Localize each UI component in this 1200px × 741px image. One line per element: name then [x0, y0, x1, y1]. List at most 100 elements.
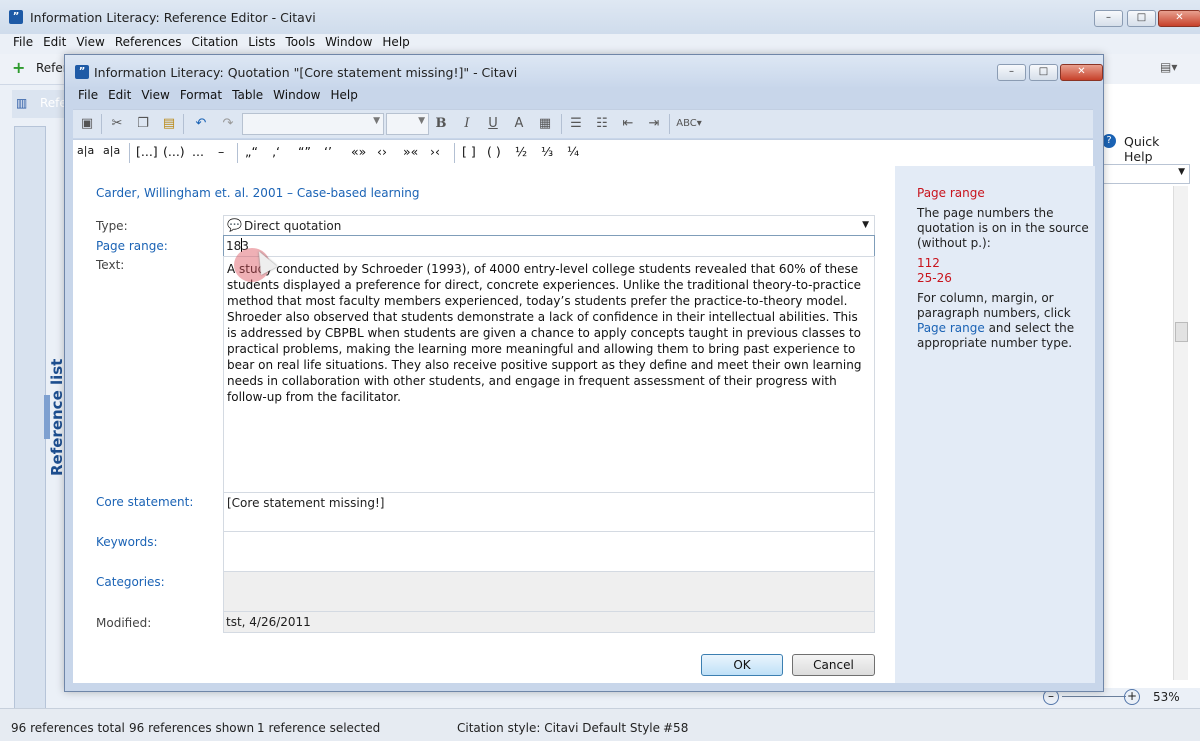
main-menu-window[interactable]: Window	[320, 32, 377, 52]
context-help-pane: Page range The page numbers the quotatio…	[895, 166, 1095, 683]
help-body: The page numbers the quotation is on in …	[917, 206, 1095, 351]
main-menu-lists[interactable]: Lists	[243, 32, 280, 52]
main-menu-view[interactable]: View	[71, 32, 109, 52]
save-icon[interactable]: ▣	[78, 115, 96, 133]
main-menu-tools[interactable]: Tools	[281, 32, 321, 52]
dialog-menu-view[interactable]: View	[136, 85, 174, 105]
toolbar-separator	[454, 143, 455, 163]
reverse-guillemets-button[interactable]: »«	[403, 144, 418, 159]
dialog-close-button[interactable]: ✕	[1060, 64, 1103, 81]
main-window-title: Information Literacy: Reference Editor -…	[30, 10, 316, 25]
paste-icon[interactable]: ▤	[160, 115, 178, 133]
main-menu-references[interactable]: References	[110, 32, 187, 52]
categories-field[interactable]	[223, 571, 875, 613]
dialog-maximize-button[interactable]: □	[1029, 64, 1058, 81]
reference-list-panel[interactable]: Reference list	[14, 126, 66, 710]
categories-label[interactable]: Categories:	[96, 575, 165, 589]
font-color-icon[interactable]: A	[510, 115, 528, 133]
guillemets-button[interactable]: «»	[351, 144, 366, 159]
copy-icon[interactable]: ❐	[134, 115, 152, 133]
ellipsis-parens-button[interactable]: (...)	[163, 144, 185, 159]
main-menu-help[interactable]: Help	[377, 32, 414, 52]
main-menu-file[interactable]: File	[8, 32, 38, 52]
main-close-button[interactable]: ✕	[1158, 10, 1200, 27]
dialog-menu-window[interactable]: Window	[268, 85, 325, 105]
status-total: 96 references total	[11, 721, 125, 735]
quotation-text: A study conducted by Schroeder (1993), o…	[227, 262, 862, 404]
bullet-list-icon[interactable]: ☰	[567, 115, 585, 133]
page-range-label[interactable]: Page range:	[96, 239, 168, 253]
main-menu-citation[interactable]: Citation	[187, 32, 244, 52]
chevron-down-icon: ▼	[418, 116, 425, 126]
status-citation-style: Citation style: Citavi Default Style	[457, 721, 661, 735]
cut-icon[interactable]: ✂	[108, 115, 126, 133]
scroll-thumb[interactable]	[1175, 322, 1188, 342]
help-example: 112	[917, 256, 940, 270]
zoom-level[interactable]: 53%	[1153, 690, 1180, 704]
main-minimize-button[interactable]: –	[1094, 10, 1123, 27]
layout-icon[interactable]: ▤▾	[1160, 60, 1177, 74]
dialog-menu-edit[interactable]: Edit	[103, 85, 136, 105]
spellcheck-icon[interactable]: ABC▾	[676, 115, 702, 133]
narrow-spacing-button[interactable]: a|a	[103, 144, 120, 157]
reverse-single-guillemets-button[interactable]: ›‹	[430, 144, 440, 159]
type-select[interactable]: 💬 Direct quotation ▼	[223, 215, 875, 237]
dialog-menu-table[interactable]: Table	[227, 85, 268, 105]
wide-spacing-button[interactable]: a|a	[77, 144, 94, 157]
bold-icon[interactable]: B	[432, 115, 450, 133]
indent-icon[interactable]: ⇥	[645, 115, 663, 133]
one-third-button[interactable]: ⅓	[541, 144, 553, 159]
italic-icon[interactable]: I	[458, 115, 476, 133]
main-menu-edit[interactable]: Edit	[38, 32, 71, 52]
quotation-text-area[interactable]: A study conducted by Schroeder (1993), o…	[223, 256, 875, 495]
single-guillemets-button[interactable]: ‹›	[377, 144, 387, 159]
panel-splitter[interactable]	[44, 395, 50, 439]
main-maximize-button[interactable]: □	[1127, 10, 1156, 27]
undo-icon[interactable]: ↶	[192, 115, 210, 133]
help-line: For column, margin, or	[917, 291, 1054, 305]
outdent-icon[interactable]: ⇤	[619, 115, 637, 133]
dialog-menu-format[interactable]: Format	[175, 85, 227, 105]
dialog-minimize-button[interactable]: –	[997, 64, 1026, 81]
symbols-toolbar: a|a a|a [...] (...) ... – „“ ‚‘ “” ‘’ «»…	[73, 139, 1093, 167]
zoom-slider[interactable]	[1062, 696, 1126, 697]
quotation-form: Carder, Willingham et. al. 2001 – Case-b…	[73, 166, 895, 683]
new-reference-button[interactable]: Refer	[36, 61, 68, 75]
status-shown: 96 references shown	[129, 721, 255, 735]
square-brackets-button[interactable]: [ ]	[462, 144, 476, 159]
german-single-quotes-button[interactable]: ‚‘	[272, 144, 280, 159]
german-double-quotes-button[interactable]: „“	[245, 144, 258, 159]
page-range-input[interactable]: 183	[223, 235, 875, 257]
quick-help-button[interactable]: ? Quick Help	[1102, 130, 1190, 164]
dialog-menu-help[interactable]: Help	[325, 85, 362, 105]
help-page-range-link[interactable]: Page range	[917, 321, 985, 335]
dash-button[interactable]: –	[218, 144, 224, 159]
english-double-quotes-button[interactable]: “”	[298, 144, 311, 159]
quick-help-select[interactable]: ▼	[1102, 164, 1190, 184]
add-icon[interactable]: +	[12, 58, 25, 77]
one-quarter-button[interactable]: ¼	[567, 144, 579, 159]
core-statement-label[interactable]: Core statement:	[96, 495, 193, 509]
keywords-label[interactable]: Keywords:	[96, 535, 158, 549]
numbered-list-icon[interactable]: ☷	[593, 115, 611, 133]
chevron-down-icon: ▼	[1178, 167, 1185, 177]
ok-button[interactable]: OK	[701, 654, 783, 676]
one-half-button[interactable]: ½	[515, 144, 527, 159]
english-single-quotes-button[interactable]: ‘’	[324, 144, 332, 159]
ellipsis-brackets-button[interactable]: [...]	[136, 144, 158, 159]
core-statement-input[interactable]: [Core statement missing!]	[223, 492, 875, 533]
font-size-combo[interactable]: ▼	[386, 113, 429, 135]
highlight-icon[interactable]: ▦	[536, 115, 554, 133]
redo-icon[interactable]: ↷	[219, 115, 237, 133]
reference-link[interactable]: Carder, Willingham et. al. 2001 – Case-b…	[96, 186, 420, 200]
keywords-input[interactable]	[223, 531, 875, 573]
ellipsis-button[interactable]: ...	[192, 144, 204, 159]
parentheses-button[interactable]: ( )	[487, 144, 501, 159]
zoom-in-icon[interactable]: +	[1124, 689, 1140, 705]
help-line: appropriate number type.	[917, 336, 1073, 350]
font-name-combo[interactable]: ▼	[242, 113, 384, 135]
quick-help-scrollbar[interactable]	[1173, 186, 1188, 680]
cancel-button[interactable]: Cancel	[792, 654, 875, 676]
underline-icon[interactable]: U	[484, 115, 502, 133]
dialog-menu-file[interactable]: File	[73, 85, 103, 105]
